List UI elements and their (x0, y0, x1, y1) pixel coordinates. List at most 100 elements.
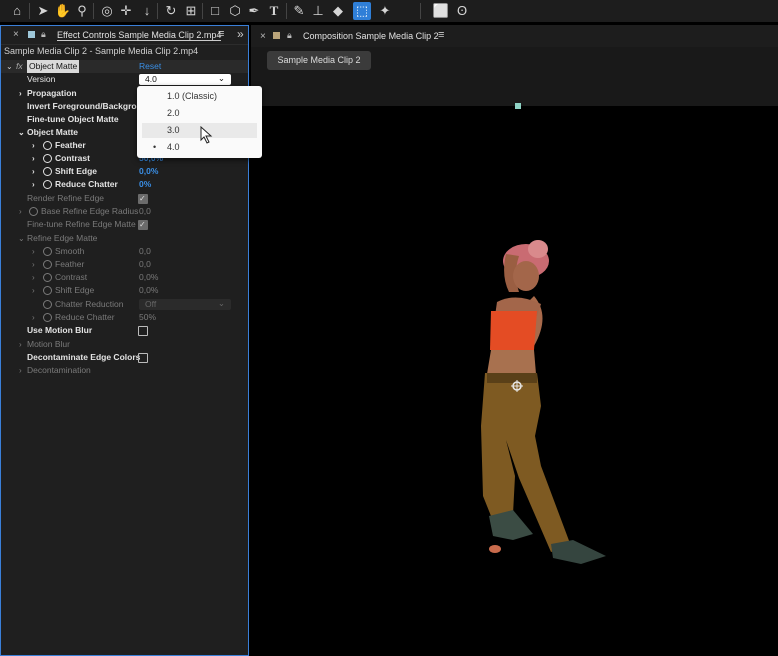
stopwatch-icon[interactable] (43, 273, 52, 282)
stopwatch-icon[interactable] (43, 141, 52, 150)
fx-icon[interactable]: fx (16, 60, 23, 73)
collapse-chevron-icon[interactable]: ⌄ (6, 60, 13, 73)
expand-chevron-icon[interactable]: › (32, 311, 35, 324)
lasso-icon[interactable]: ʘ (453, 2, 471, 20)
reduce-chatter-row[interactable]: › Reduce Chatter 0% (1, 178, 248, 191)
render-refine-row[interactable]: Render Refine Edge (1, 192, 248, 205)
composition-clip-button[interactable]: Sample Media Clip 2 (267, 51, 371, 70)
expand-chevron-icon[interactable]: › (32, 258, 35, 271)
motion-blur-row[interactable]: › Motion Blur (1, 338, 248, 351)
render-refine-checkbox[interactable] (138, 192, 148, 205)
orbit-camera-icon[interactable]: ◎ (98, 2, 116, 20)
expand-chevron-icon[interactable]: › (32, 271, 35, 284)
reset-link[interactable]: Reset (139, 60, 161, 73)
close-tab-icon[interactable]: × (260, 31, 266, 42)
expand-chevron-icon[interactable]: › (19, 205, 22, 218)
expand-chevron-icon[interactable]: › (32, 178, 35, 191)
version-option-2[interactable]: 2.0 (142, 106, 257, 121)
cube-icon[interactable]: ⬡ (226, 2, 244, 20)
collapse-chevron-icon[interactable]: ⌄ (18, 126, 25, 139)
feather2-label: Feather (55, 259, 85, 269)
rectangle-icon[interactable]: □ (206, 2, 224, 20)
shift-edge2-row[interactable]: › Shift Edge 0,0% (1, 284, 248, 297)
eraser-icon[interactable]: ◆ (329, 2, 347, 20)
version-label: Version (27, 74, 56, 84)
home-icon[interactable]: ⌂ (8, 2, 26, 20)
panel-menu-icon[interactable]: ≡ (218, 28, 224, 40)
shift-edge-row[interactable]: › Shift Edge 0,0% (1, 165, 248, 178)
composition-viewer[interactable] (251, 103, 778, 656)
puppet-pin-icon[interactable]: ✦ (376, 2, 394, 20)
expand-chevron-icon[interactable]: › (32, 284, 35, 297)
zoom-icon[interactable]: ⚲ (73, 2, 91, 20)
expand-panels-icon[interactable]: » (237, 27, 244, 41)
shift-edge-value[interactable]: 0,0% (139, 165, 158, 178)
stopwatch-icon[interactable] (29, 207, 38, 216)
stopwatch-icon[interactable] (43, 154, 52, 163)
stopwatch-icon[interactable] (43, 260, 52, 269)
brush-icon[interactable]: ✎ (290, 2, 308, 20)
reduce-chatter2-value[interactable]: 50% (139, 311, 156, 324)
hand-icon[interactable]: ✋ (54, 2, 72, 20)
effect-controls-tab[interactable]: × 🔒︎ Effect Controls Sample Media Clip 2… (1, 26, 248, 45)
smooth-row[interactable]: › Smooth 0,0 (1, 245, 248, 258)
expand-chevron-icon[interactable]: › (32, 152, 35, 165)
decontaminate-checkbox[interactable] (138, 353, 148, 363)
fine-tune-label: Fine-tune Object Matte (27, 114, 119, 124)
contrast2-row[interactable]: › Contrast 0,0% (1, 271, 248, 284)
close-tab-icon[interactable]: × (13, 29, 19, 40)
decontaminate-row[interactable]: Decontaminate Edge Colors (1, 351, 248, 364)
chatter-reduction-dropdown[interactable]: Off ⌄ (139, 298, 231, 310)
anchor-point-icon[interactable]: ⊞ (182, 2, 200, 20)
version-option-1[interactable]: 1.0 (Classic) (142, 89, 257, 104)
effect-header-row[interactable]: ⌄ fx Object Matte Reset (1, 60, 248, 73)
expand-chevron-icon[interactable]: › (32, 245, 35, 258)
reduce-chatter2-row[interactable]: › Reduce Chatter 50% (1, 311, 248, 324)
feather2-row[interactable]: › Feather 0,0 (1, 258, 248, 271)
lock-icon[interactable]: 🔒︎ (287, 30, 292, 41)
reduce-chatter-value[interactable]: 0% (139, 178, 151, 191)
use-motion-blur-checkbox[interactable] (138, 326, 148, 336)
stopwatch-icon[interactable] (43, 180, 52, 189)
stopwatch-icon[interactable] (43, 313, 52, 322)
feather2-value[interactable]: 0,0 (139, 258, 151, 271)
base-refine-value[interactable]: 0,0 (139, 205, 151, 218)
decontamination-row[interactable]: › Decontamination (1, 364, 248, 377)
contrast2-value[interactable]: 0,0% (139, 271, 158, 284)
base-refine-row[interactable]: › Base Refine Edge Radius 0,0 (1, 205, 248, 218)
selection-arrow-icon[interactable]: ➤ (34, 2, 52, 20)
lock-icon[interactable]: 🔒︎ (41, 29, 46, 40)
use-motion-blur-row[interactable]: Use Motion Blur (1, 324, 248, 337)
stopwatch-icon[interactable] (43, 286, 52, 295)
clone-stamp-icon[interactable]: ⊥ (309, 2, 327, 20)
marquee-icon[interactable]: ⬜ (432, 2, 450, 20)
expand-chevron-icon[interactable]: › (19, 87, 22, 100)
stopwatch-icon[interactable] (43, 167, 52, 176)
refine-edge-matte-group[interactable]: ⌄ Refine Edge Matte (1, 232, 248, 245)
shift-edge2-value[interactable]: 0,0% (139, 284, 158, 297)
expand-chevron-icon[interactable]: › (19, 364, 22, 377)
toolbar-divider (420, 3, 421, 19)
composition-tab[interactable]: Composition Sample Media Clip 2 (303, 31, 439, 41)
rotate-icon[interactable]: ↻ (162, 2, 180, 20)
fine-tune-refine-checkbox[interactable] (138, 218, 148, 231)
fine-tune-refine-row[interactable]: Fine-tune Refine Edge Matte (1, 218, 248, 231)
pan-down-icon[interactable]: ↓ (138, 2, 156, 20)
panel-menu-icon[interactable]: ≡ (438, 29, 444, 41)
pen-icon[interactable]: ✒ (245, 2, 263, 20)
roto-brush-icon[interactable]: ⬚ (353, 2, 371, 20)
collapse-chevron-icon[interactable]: ⌄ (18, 232, 25, 245)
chatter-reduction-row[interactable]: Chatter Reduction Off ⌄ (1, 298, 248, 311)
expand-chevron-icon[interactable]: › (32, 139, 35, 152)
version-dropdown[interactable]: 4.0 ⌄ (139, 73, 231, 85)
effect-name[interactable]: Object Matte (27, 60, 80, 73)
stopwatch-icon[interactable] (43, 300, 52, 309)
subject-dancer-figure[interactable] (251, 106, 778, 656)
stopwatch-icon[interactable] (43, 247, 52, 256)
move-icon[interactable]: ✛ (117, 2, 135, 20)
type-icon[interactable]: T (265, 2, 283, 20)
smooth-value[interactable]: 0,0 (139, 245, 151, 258)
expand-chevron-icon[interactable]: › (32, 165, 35, 178)
reduce-chatter2-label: Reduce Chatter (55, 312, 115, 322)
expand-chevron-icon[interactable]: › (19, 338, 22, 351)
